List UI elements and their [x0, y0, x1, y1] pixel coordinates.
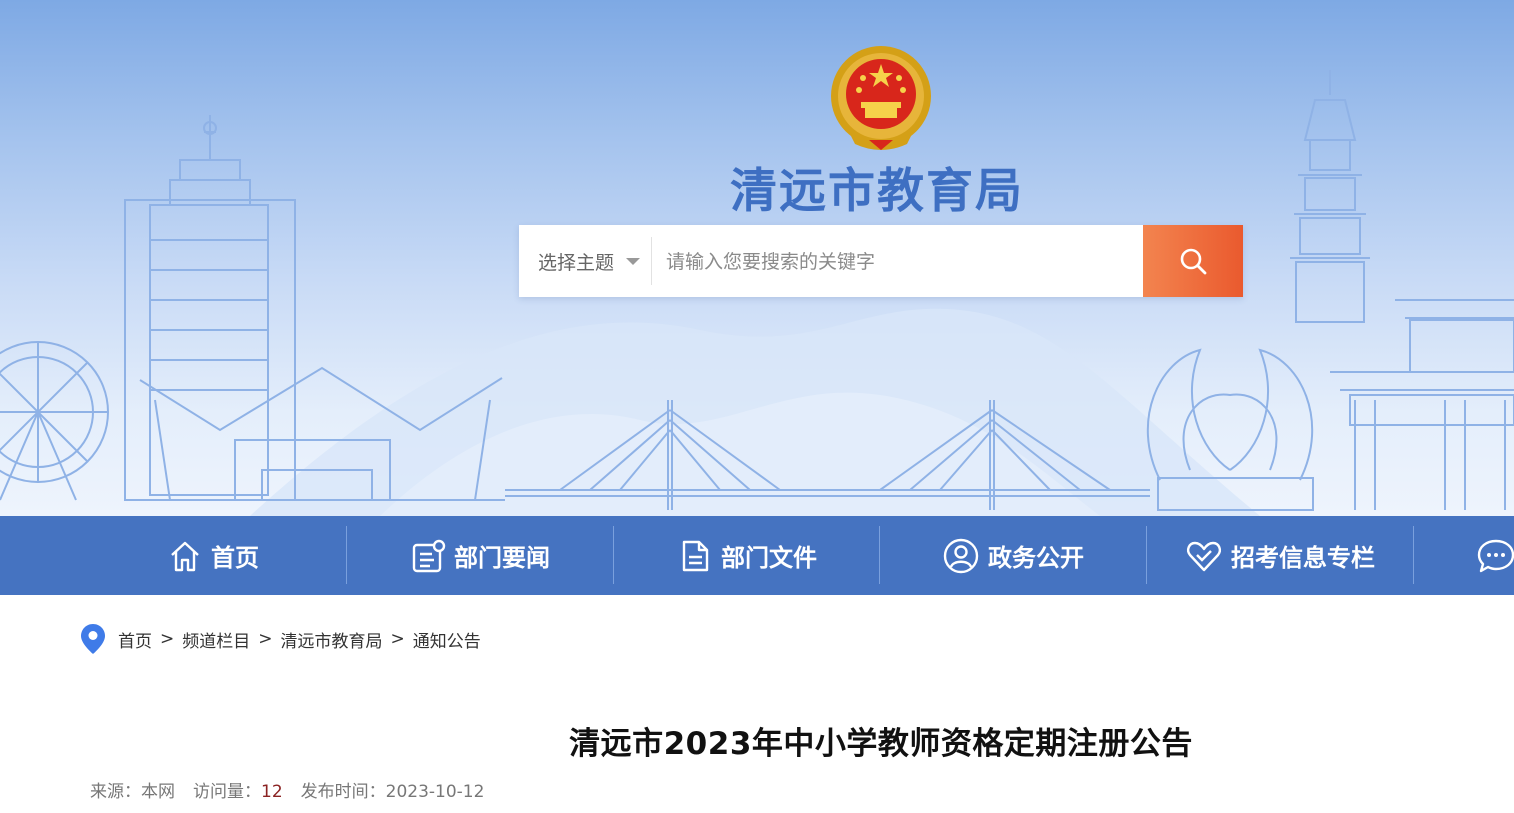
topic-select[interactable]: 选择主题	[519, 225, 651, 297]
nav-item-label: 部门文件	[721, 544, 817, 572]
breadcrumb-separator: >	[160, 629, 175, 649]
nav-item-label: 首页	[211, 544, 259, 572]
search-bar: 选择主题	[519, 225, 1243, 297]
nav-item-label: 部门要闻	[454, 544, 550, 572]
user-circle-icon	[943, 538, 979, 573]
date-label: 发布时间：	[300, 782, 386, 802]
search-icon	[1180, 248, 1207, 275]
national-emblem-icon	[831, 46, 931, 150]
views-value: 12	[261, 782, 283, 802]
breadcrumb-notices-link[interactable]: 通知公告	[413, 627, 481, 652]
date-value: 2023-10-12	[385, 782, 485, 802]
breadcrumb-channel-link[interactable]: 频道栏目	[182, 627, 250, 652]
nav-item-recruitment[interactable]: 招考信息专栏	[1147, 516, 1413, 595]
heart-icon	[1187, 541, 1221, 571]
breadcrumb-separator: >	[390, 629, 405, 649]
nav-item-home[interactable]: 首页	[80, 516, 346, 595]
chevron-down-icon	[626, 257, 641, 265]
article-meta: 来源：本网 访问量：12 发布时间：2023-10-12	[90, 777, 484, 802]
nav-item-interaction[interactable]	[1414, 516, 1514, 595]
location-pin-icon	[81, 624, 105, 654]
breadcrumb-bureau-link[interactable]: 清远市教育局	[281, 627, 383, 652]
topic-select-label: 选择主题	[538, 251, 615, 274]
breadcrumb: 首页 > 频道栏目 > 清远市教育局 > 通知公告	[80, 622, 481, 656]
breadcrumb-separator: >	[258, 629, 273, 649]
main-nav: 首页 部门要闻 部门文件 政务公开 招考信息专栏	[0, 516, 1514, 595]
header-banner: 清远市教育局 选择主题	[0, 0, 1514, 516]
site-title: 清远市教育局	[730, 164, 1024, 219]
nav-item-gov-affairs[interactable]: 政务公开	[880, 516, 1146, 595]
nav-item-label: 招考信息专栏	[1231, 544, 1375, 572]
nav-item-dept-news[interactable]: 部门要闻	[347, 516, 613, 595]
news-icon	[412, 539, 446, 572]
article-title: 清远市2023年中小学教师资格定期注册公告	[569, 726, 1193, 762]
document-icon	[682, 540, 709, 571]
search-input[interactable]	[664, 239, 1138, 285]
search-divider	[651, 237, 652, 285]
home-icon	[171, 541, 199, 571]
views-label: 访问量：	[193, 782, 261, 802]
nav-item-dept-documents[interactable]: 部门文件	[614, 516, 880, 595]
search-button[interactable]	[1143, 225, 1243, 297]
breadcrumb-home-link[interactable]: 首页	[118, 627, 152, 652]
source-label: 来源：	[90, 782, 141, 802]
source-value: 本网	[141, 782, 175, 802]
nav-item-label: 政务公开	[988, 544, 1084, 572]
chat-icon	[1477, 539, 1514, 572]
